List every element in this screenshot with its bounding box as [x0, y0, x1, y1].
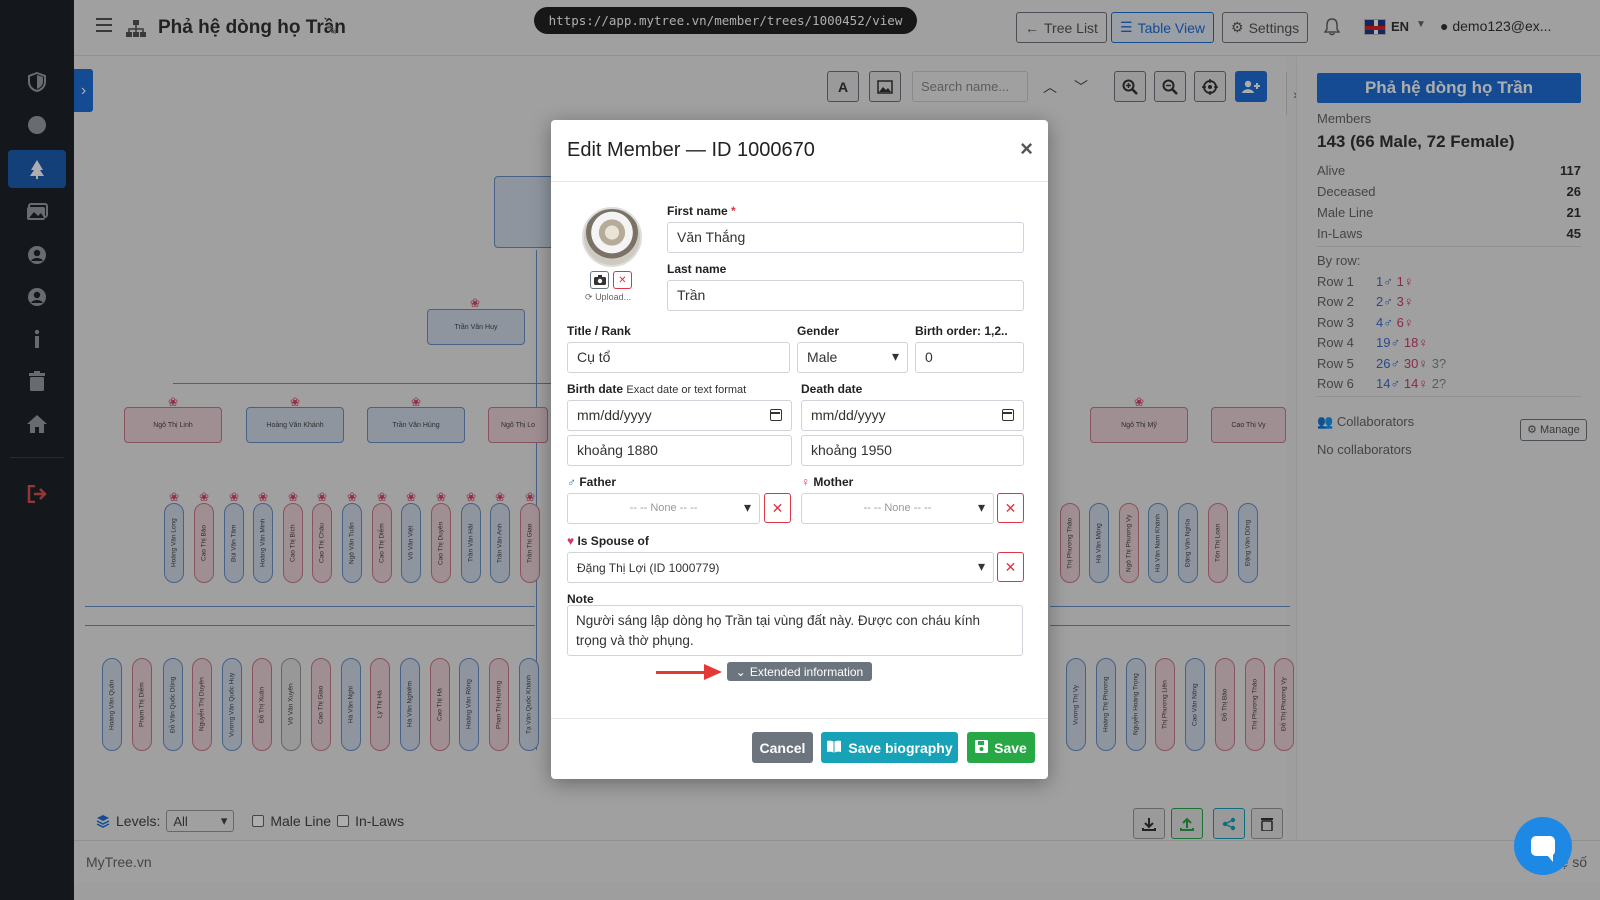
note-label: Note — [567, 592, 594, 606]
birth-date-label: Birth date Exact date or text format — [567, 382, 746, 396]
first-name-field[interactable]: Văn Thắng — [667, 222, 1024, 253]
gender-select[interactable]: Male — [797, 342, 908, 373]
mother-select[interactable]: -- -- None -- -- — [801, 493, 994, 524]
heart-icon: ♥ — [567, 534, 575, 548]
spouse-select[interactable]: Đặng Thị Lợi (ID 1000779) — [567, 552, 994, 583]
save-biography-label: Save biography — [848, 739, 953, 756]
modal-header: Edit Member — ID 1000670 × — [551, 120, 1048, 182]
floppy-disk-icon — [975, 739, 989, 756]
book-icon — [826, 740, 842, 756]
annotation-arrow-head — [704, 664, 722, 680]
chevron-down-icon: ⌄ — [735, 664, 746, 679]
death-date-placeholder: mm/dd/yyyy — [811, 407, 886, 423]
camera-icon[interactable] — [590, 271, 609, 289]
clear-spouse-button[interactable]: ✕ — [997, 552, 1024, 582]
upload-label: Upload... — [595, 292, 632, 302]
birth-date-label-text: Birth date — [567, 382, 624, 396]
edit-member-modal: Edit Member — ID 1000670 × ✕ ⟳ Upload...… — [551, 120, 1048, 779]
father-value: -- -- None -- -- — [629, 502, 698, 514]
required-marker: * — [731, 204, 736, 218]
annotation-arrow — [656, 671, 706, 674]
spouse-value: Đặng Thị Lợi (ID 1000779) — [577, 561, 720, 575]
modal-title: Edit Member — ID 1000670 — [567, 139, 815, 161]
calendar-icon[interactable] — [1002, 409, 1014, 421]
first-name-label: First name * — [667, 204, 736, 218]
modal-footer-divider — [551, 718, 1048, 719]
father-label: ♂ Father — [567, 475, 616, 489]
save-button[interactable]: Save — [967, 732, 1035, 763]
last-name-label: Last name — [667, 262, 727, 276]
female-symbol-icon: ♀ — [801, 475, 810, 489]
chat-button[interactable] — [1514, 817, 1572, 875]
mother-label-text: Mother — [813, 475, 854, 489]
clear-mother-button[interactable]: ✕ — [997, 493, 1024, 523]
mother-label: ♀ Mother — [801, 475, 853, 489]
birth-date-placeholder: mm/dd/yyyy — [577, 407, 652, 423]
death-date-text-field[interactable]: khoảng 1950 — [801, 435, 1024, 466]
spouse-label: ♥ Is Spouse of — [567, 534, 649, 548]
calendar-icon[interactable] — [770, 409, 782, 421]
spinner-icon: ⟳ — [585, 292, 593, 302]
extended-information-label: Extended information — [749, 664, 864, 679]
mother-value: -- -- None -- -- — [863, 502, 932, 514]
remove-photo-icon[interactable]: ✕ — [613, 271, 632, 289]
birth-date-hint: Exact date or text format — [626, 384, 747, 396]
father-select[interactable]: -- -- None -- -- — [567, 493, 760, 524]
avatar — [582, 207, 642, 267]
male-symbol-icon: ♂ — [567, 475, 576, 489]
title-rank-label: Title / Rank — [567, 324, 631, 338]
birth-order-label: Birth order: 1,2.. — [915, 324, 1008, 338]
spouse-label-text: Is Spouse of — [577, 534, 649, 548]
cancel-button[interactable]: Cancel — [752, 732, 813, 763]
upload-status: ⟳ Upload... — [585, 292, 631, 303]
father-label-text: Father — [579, 475, 617, 489]
save-biography-button[interactable]: Save biography — [821, 732, 958, 763]
birth-date-text-field[interactable]: khoảng 1880 — [567, 435, 792, 466]
death-date-picker[interactable]: mm/dd/yyyy — [801, 400, 1024, 431]
note-textarea[interactable]: Người sáng lập dòng họ Trần tại vùng đất… — [567, 605, 1023, 656]
birth-order-field[interactable]: 0 — [915, 342, 1024, 373]
chat-icon — [1531, 836, 1555, 862]
last-name-field[interactable]: Trần — [667, 280, 1024, 311]
close-icon[interactable]: × — [1020, 136, 1033, 162]
gender-value: Male — [807, 349, 838, 365]
first-name-label-text: First name — [667, 204, 728, 218]
clear-father-button[interactable]: ✕ — [764, 493, 791, 523]
extended-information-button[interactable]: ⌄ Extended information — [727, 662, 872, 681]
birth-date-picker[interactable]: mm/dd/yyyy — [567, 400, 792, 431]
save-label: Save — [994, 739, 1027, 756]
title-rank-field[interactable]: Cụ tổ — [567, 342, 790, 373]
death-date-label: Death date — [801, 382, 863, 396]
gender-label: Gender — [797, 324, 840, 338]
